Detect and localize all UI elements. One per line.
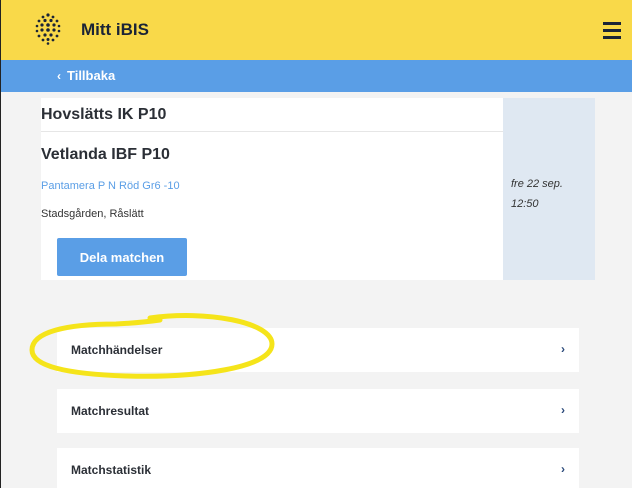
chevron-right-icon: ›	[561, 462, 565, 476]
home-team-row: Hovslätts IK P10	[41, 98, 503, 132]
match-time: 12:50	[511, 198, 539, 210]
chevron-right-icon: ›	[561, 342, 565, 356]
menu-item-label: Matchhändelser	[71, 343, 163, 357]
match-info: Hovslätts IK P10 Vetlanda IBF P10 Pantam…	[41, 98, 503, 280]
app-title: Mitt iBIS	[81, 20, 149, 39]
app-frame: Mitt iBIS ‹ Tillbaka Hovslätts IK P10 Ve…	[0, 0, 632, 488]
menu-item-matchstatistik[interactable]: Matchstatistik ›	[57, 448, 579, 488]
chevron-right-icon: ›	[561, 403, 565, 417]
chevron-left-icon: ‹	[57, 68, 61, 83]
match-card: Hovslätts IK P10 Vetlanda IBF P10 Pantam…	[41, 98, 595, 280]
back-label: Tillbaka	[67, 68, 116, 83]
back-bar: ‹ Tillbaka	[1, 60, 632, 92]
menu-item-matchresultat[interactable]: Matchresultat ›	[57, 389, 579, 433]
top-bar: Mitt iBIS	[1, 0, 632, 60]
venue-text: Stadsgården, Råslätt	[41, 208, 144, 220]
series-link[interactable]: Pantamera P N Röd Gr6 -10	[41, 180, 180, 192]
match-datetime-panel: fre 22 sep. 12:50	[503, 98, 595, 280]
menu-item-matchhandelser[interactable]: Matchhändelser ›	[57, 328, 579, 372]
back-button[interactable]: ‹ Tillbaka	[57, 68, 115, 83]
menu-item-label: Matchresultat	[71, 404, 150, 418]
match-date: fre 22 sep.	[511, 178, 563, 190]
away-team-name: Vetlanda IBF P10	[41, 146, 170, 163]
hamburger-menu-icon[interactable]	[603, 22, 623, 39]
menu-item-label: Matchstatistik	[71, 463, 152, 477]
share-match-button[interactable]: Dela matchen	[57, 238, 187, 276]
ibis-dot-logo-icon[interactable]	[33, 12, 63, 46]
away-team-row: Vetlanda IBF P10	[41, 138, 503, 172]
home-team-name: Hovslätts IK P10	[41, 106, 167, 123]
